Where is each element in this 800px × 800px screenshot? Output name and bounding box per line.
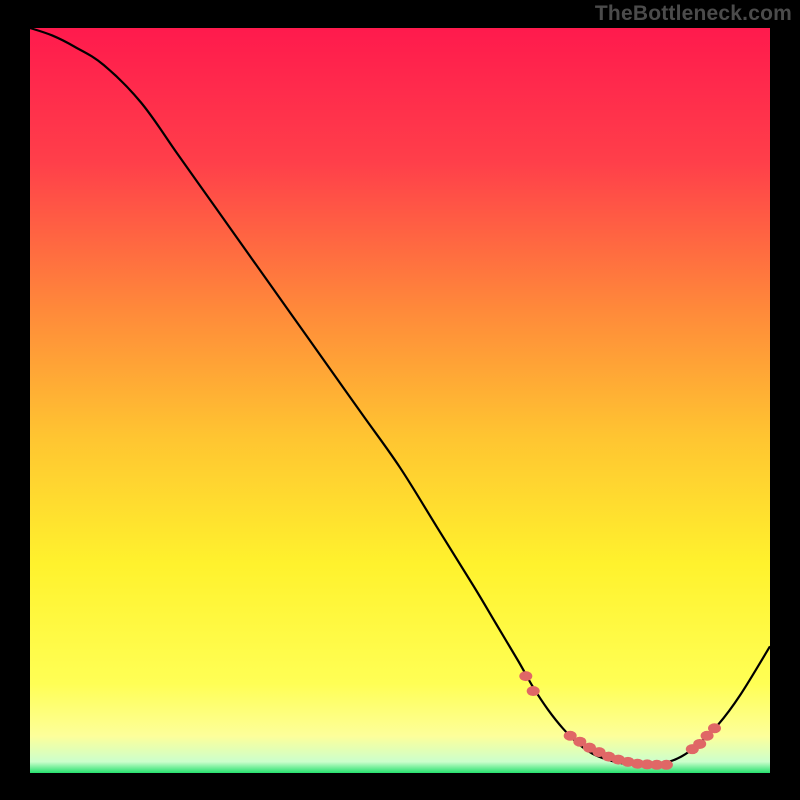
marker-point	[693, 739, 706, 749]
bottleneck-chart	[0, 0, 800, 800]
marker-point	[527, 686, 540, 696]
plot-background	[30, 28, 770, 773]
marker-point	[660, 760, 673, 770]
chart-container: TheBottleneck.com	[0, 0, 800, 800]
watermark-text: TheBottleneck.com	[595, 2, 792, 26]
marker-point	[519, 671, 532, 681]
marker-point	[708, 723, 721, 733]
